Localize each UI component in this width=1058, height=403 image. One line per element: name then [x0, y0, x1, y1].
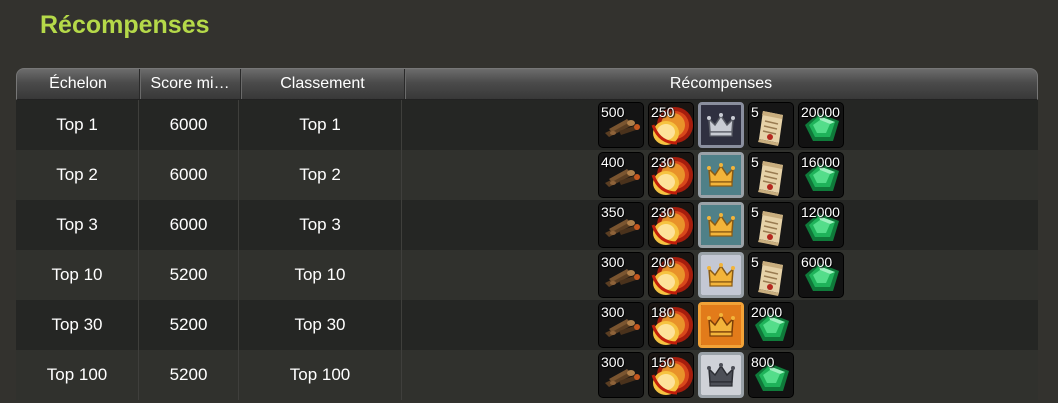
- reward-count: 12000: [801, 204, 840, 220]
- reward-count: 300: [601, 354, 625, 370]
- rank-cell: Top 30: [239, 300, 402, 350]
- scroll-icon[interactable]: 5: [748, 102, 794, 148]
- green-gem-icon[interactable]: 800: [748, 352, 794, 398]
- tier-cell: Top 1: [16, 100, 139, 150]
- gold-crown-teal-icon[interactable]: [698, 202, 744, 248]
- green-gem-icon[interactable]: 12000: [798, 202, 844, 248]
- header-tier[interactable]: Échelon: [17, 69, 140, 99]
- wood-log-icon[interactable]: 500: [598, 102, 644, 148]
- table-row: Top 1 6000 Top 1 500 250 5 20000: [16, 100, 1038, 150]
- tier-cell: Top 100: [16, 350, 139, 400]
- scroll-icon[interactable]: 5: [748, 152, 794, 198]
- gold-crown-silver-icon[interactable]: [698, 252, 744, 298]
- reward-count: 300: [601, 254, 625, 270]
- rewards-cell: 300 150 800: [402, 350, 1038, 400]
- reward-count: 16000: [801, 154, 840, 170]
- rank-cell: Top 2: [239, 150, 402, 200]
- min-score-cell: 6000: [139, 100, 239, 150]
- reward-count: 800: [751, 354, 775, 370]
- tier-cell: Top 30: [16, 300, 139, 350]
- reward-count: 150: [651, 354, 675, 370]
- green-gem-icon[interactable]: 16000: [798, 152, 844, 198]
- table-row: Top 10 5200 Top 10 300 200 5 6000: [16, 250, 1038, 300]
- rewards-cell: 400 230 5 16000: [402, 150, 1038, 200]
- silver-crown-light-icon[interactable]: [698, 352, 744, 398]
- reward-count: 350: [601, 204, 625, 220]
- reward-count: 400: [601, 154, 625, 170]
- reward-count: 180: [651, 304, 675, 320]
- reward-count: 500: [601, 104, 625, 120]
- tier-cell: Top 2: [16, 150, 139, 200]
- silver-crown-dark-icon[interactable]: [698, 102, 744, 148]
- reward-count: 5: [751, 254, 759, 270]
- green-gem-icon[interactable]: 20000: [798, 102, 844, 148]
- reward-count: 6000: [801, 254, 833, 270]
- table-row: Top 2 6000 Top 2 400 230 5 16000: [16, 150, 1038, 200]
- rank-cell: Top 1: [239, 100, 402, 150]
- reward-count: 20000: [801, 104, 840, 120]
- gold-coin-icon[interactable]: 230: [648, 152, 694, 198]
- tier-cell: Top 3: [16, 200, 139, 250]
- min-score-cell: 5200: [139, 250, 239, 300]
- scroll-icon[interactable]: 5: [748, 252, 794, 298]
- reward-count: 300: [601, 304, 625, 320]
- tier-cell: Top 10: [16, 250, 139, 300]
- rewards-cell: 500 250 5 20000: [402, 100, 1038, 150]
- min-score-cell: 5200: [139, 300, 239, 350]
- scroll-icon[interactable]: 5: [748, 202, 794, 248]
- reward-count: 200: [651, 254, 675, 270]
- rewards-cell: 300 200 5 6000: [402, 250, 1038, 300]
- reward-count: 2000: [751, 304, 783, 320]
- gold-coin-icon[interactable]: 180: [648, 302, 694, 348]
- table-body: Top 1 6000 Top 1 500 250 5 20000 Top 2 6…: [16, 100, 1038, 400]
- gold-coin-icon[interactable]: 150: [648, 352, 694, 398]
- reward-count: 5: [751, 204, 759, 220]
- wood-log-icon[interactable]: 300: [598, 352, 644, 398]
- green-gem-icon[interactable]: 6000: [798, 252, 844, 298]
- wood-log-icon[interactable]: 400: [598, 152, 644, 198]
- header-rewards[interactable]: Récompenses: [405, 69, 1037, 99]
- wood-log-icon[interactable]: 350: [598, 202, 644, 248]
- table-row: Top 30 5200 Top 30 300 180 2000: [16, 300, 1038, 350]
- reward-count: 230: [651, 154, 675, 170]
- rank-cell: Top 100: [239, 350, 402, 400]
- header-rank[interactable]: Classement: [241, 69, 405, 99]
- rewards-cell: 300 180 2000: [402, 300, 1038, 350]
- header-min-score[interactable]: Score mi…: [140, 69, 241, 99]
- table-header: Échelon Score mi… Classement Récompenses: [16, 68, 1038, 100]
- reward-count: 230: [651, 204, 675, 220]
- reward-count: 250: [651, 104, 675, 120]
- reward-count: 5: [751, 154, 759, 170]
- green-gem-icon[interactable]: 2000: [748, 302, 794, 348]
- page-title: Récompenses: [40, 11, 210, 39]
- gold-coin-icon[interactable]: 230: [648, 202, 694, 248]
- table-row: Top 3 6000 Top 3 350 230 5 12000: [16, 200, 1038, 250]
- wood-log-icon[interactable]: 300: [598, 302, 644, 348]
- rank-cell: Top 3: [239, 200, 402, 250]
- gold-coin-icon[interactable]: 250: [648, 102, 694, 148]
- rank-cell: Top 10: [239, 250, 402, 300]
- wood-log-icon[interactable]: 300: [598, 252, 644, 298]
- table-row: Top 100 5200 Top 100 300 150 800: [16, 350, 1038, 400]
- min-score-cell: 6000: [139, 200, 239, 250]
- min-score-cell: 6000: [139, 150, 239, 200]
- gold-crown-orange-icon[interactable]: [698, 302, 744, 348]
- rewards-cell: 350 230 5 12000: [402, 200, 1038, 250]
- rewards-table: Échelon Score mi… Classement Récompenses…: [16, 68, 1038, 403]
- reward-count: 5: [751, 104, 759, 120]
- min-score-cell: 5200: [139, 350, 239, 400]
- gold-coin-icon[interactable]: 200: [648, 252, 694, 298]
- gold-crown-teal-icon[interactable]: [698, 152, 744, 198]
